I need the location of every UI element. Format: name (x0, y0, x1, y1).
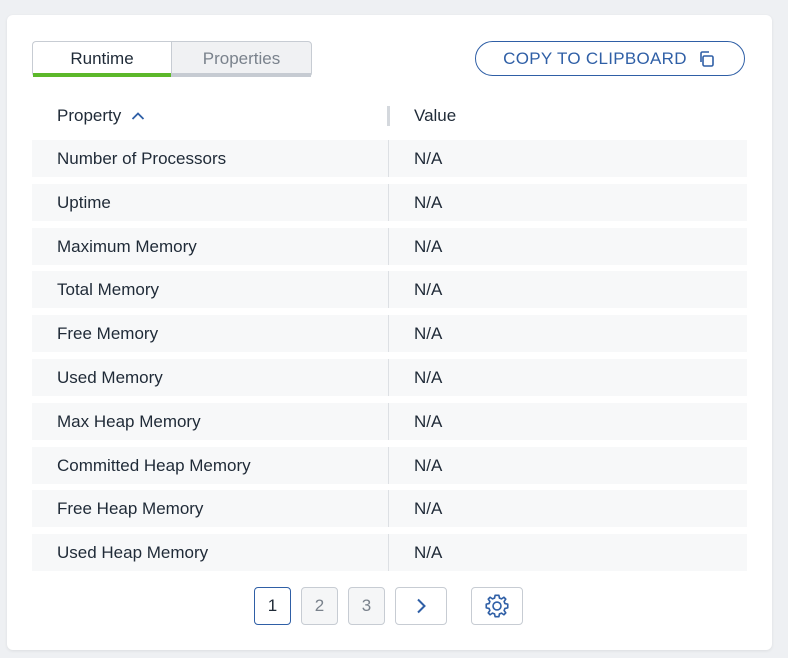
column-divider (388, 140, 389, 177)
cell-property: Free Heap Memory (57, 499, 204, 519)
copy-to-clipboard-button[interactable]: COPY TO CLIPBOARD (475, 41, 745, 76)
cell-property: Total Memory (57, 280, 160, 300)
column-divider (388, 227, 389, 265)
column-divider (388, 490, 389, 528)
table-row[interactable]: Total Memory N/A (32, 271, 747, 309)
table-row[interactable]: Used Heap Memory N/A (32, 534, 747, 572)
cell-value: N/A (414, 543, 443, 563)
column-resize-handle[interactable] (387, 106, 390, 126)
table-row[interactable]: Free Heap Memory N/A (32, 490, 747, 528)
column-header-value[interactable]: Value (414, 106, 456, 126)
table-row[interactable]: Used Memory N/A (32, 359, 747, 396)
cell-property: Used Memory (57, 368, 163, 387)
column-header-property-label: Property (57, 106, 122, 125)
cell-value: N/A (414, 324, 443, 344)
column-divider (388, 534, 389, 572)
cell-value: N/A (414, 149, 443, 168)
column-divider (388, 271, 389, 309)
cell-value: N/A (414, 280, 443, 300)
page-button-3[interactable]: 3 (348, 587, 385, 625)
runtime-panel: Runtime Properties COPY TO CLIPBOARD Pro… (7, 15, 772, 650)
table-row[interactable]: Maximum Memory N/A (32, 227, 747, 265)
cell-value: N/A (414, 499, 443, 519)
table-header: Property Value (32, 95, 747, 137)
tab-group: Runtime Properties (32, 41, 312, 77)
properties-table: Property Value Number of Processors N/A Up… (32, 95, 747, 572)
cell-value: N/A (414, 411, 443, 431)
table-row[interactable]: Committed Heap Memory N/A (32, 446, 747, 484)
cell-value: N/A (414, 236, 443, 256)
column-divider (388, 402, 389, 440)
sort-ascending-icon (132, 112, 145, 120)
column-divider (388, 183, 389, 221)
table-row[interactable]: Uptime N/A (32, 183, 747, 221)
page-button-2[interactable]: 2 (301, 587, 338, 625)
table-row[interactable]: Free Memory N/A (32, 315, 747, 353)
cell-property: Number of Processors (57, 149, 227, 168)
cell-value: N/A (414, 192, 443, 212)
table-settings-button[interactable] (471, 587, 523, 625)
column-header-property[interactable]: Property (57, 106, 145, 126)
copy-button-label: COPY TO CLIPBOARD (503, 48, 687, 68)
table-row[interactable]: Number of Processors N/A (32, 140, 747, 177)
pagination: 1 2 3 (254, 587, 533, 625)
tab-runtime[interactable]: Runtime (32, 41, 171, 77)
cell-property: Free Memory (57, 324, 159, 344)
cell-property: Maximum Memory (57, 236, 197, 256)
cell-property: Max Heap Memory (57, 411, 201, 431)
cell-value: N/A (414, 368, 443, 387)
column-divider (388, 446, 389, 484)
cell-property: Uptime (57, 192, 111, 212)
cell-property: Used Heap Memory (57, 543, 209, 563)
copy-icon (700, 50, 714, 67)
column-divider (388, 315, 389, 353)
column-divider (388, 359, 389, 396)
gear-icon (485, 594, 509, 618)
table-row[interactable]: Max Heap Memory N/A (32, 402, 747, 440)
cell-property: Committed Heap Memory (57, 455, 251, 475)
tab-properties[interactable]: Properties (171, 41, 312, 77)
next-page-button[interactable] (395, 587, 447, 625)
chevron-right-icon (417, 598, 426, 614)
cell-value: N/A (414, 455, 443, 475)
page-button-1[interactable]: 1 (254, 587, 291, 625)
